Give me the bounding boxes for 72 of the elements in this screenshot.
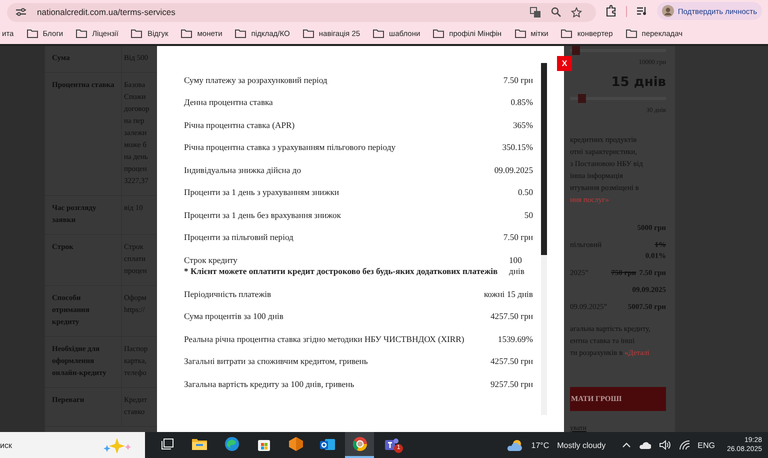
speaker-icon[interactable] [658, 440, 671, 450]
language-indicator[interactable]: ENG [698, 440, 715, 450]
row-label: Строк кредиту [184, 254, 238, 266]
folder-icon [131, 28, 142, 38]
temperature-text: 17°C [531, 440, 550, 450]
address-bar[interactable]: nationalcredit.com.ua/terms-services [7, 2, 596, 22]
row-value: 4257.50 грн [490, 311, 533, 322]
row-label: Проценти за пільговий період [184, 232, 294, 244]
row-value: 350.15% [502, 142, 533, 154]
row-label: Річна процентна ставка з урахуванням пільгового періоду [184, 142, 397, 154]
folder-icon [192, 438, 207, 450]
row-value: 0.50 [518, 187, 533, 198]
row-label: Річна процентна ставка (APR) [184, 120, 296, 131]
folder-icon [433, 28, 444, 38]
row-value: 7.50 грн [503, 74, 533, 86]
wifi-icon[interactable] [678, 440, 690, 450]
cloud-icon[interactable] [638, 441, 651, 449]
row-value: 50 [524, 210, 533, 221]
folder-icon [76, 28, 88, 38]
row-value: 365% [512, 120, 533, 131]
cloud-sun-icon [506, 438, 524, 452]
row-label: Денна процентна ставка [184, 97, 274, 108]
row-value: 100 днів [509, 254, 526, 278]
row-label: Періодичність платежів [184, 288, 272, 300]
row-label: Сума процентів за 100 днів [184, 311, 284, 322]
row-value: 1539.69% [498, 334, 533, 345]
caret-up-icon[interactable] [622, 442, 631, 448]
row-note: * Клієнт можете оплатити кредит достроково без будь-яких додаткових платежів [184, 266, 499, 278]
round-app-icon [352, 437, 366, 451]
row-label: Загальні витрати за споживчим кредитом, гривень [184, 356, 369, 368]
url-text: nationalcredit.com.ua/terms-services [37, 7, 176, 17]
folder-icon [626, 28, 637, 38]
folder-icon [181, 28, 192, 38]
folder-icon [302, 28, 314, 38]
folder-icon [373, 28, 384, 38]
puzzle-icon[interactable] [604, 5, 617, 17]
window-stack-icon [161, 438, 174, 450]
folder-icon [235, 28, 246, 38]
row-label: Індивідуальна знижка дійсна до [184, 164, 302, 176]
swirl-icon [224, 437, 238, 451]
shopping-bag-icon [256, 437, 270, 451]
scrollbar-track[interactable] [541, 63, 547, 415]
folder-icon [561, 28, 572, 38]
mail-icon [320, 438, 335, 450]
row-label: Проценти за 1 день з урахуванням знижки [184, 187, 340, 198]
star-icon[interactable] [570, 6, 582, 18]
slider-thumb[interactable] [578, 94, 586, 103]
row-value: 7.50 грн [503, 232, 533, 244]
row-value: кожні 15 днів [484, 288, 533, 300]
sparkle-icon [103, 437, 133, 453]
avatar-icon [662, 5, 674, 17]
row-value: 4257.50 грн [490, 356, 533, 368]
close-button[interactable]: X [557, 56, 572, 71]
row-value: 0.85% [510, 97, 533, 108]
weather-text: Mostly cloudy [557, 440, 606, 450]
magnifier-icon[interactable] [550, 7, 561, 17]
search-field[interactable]: иск [0, 432, 145, 458]
slider-thumb[interactable] [572, 46, 580, 55]
folder-icon [26, 28, 38, 38]
sliders-icon[interactable] [15, 7, 27, 17]
translate-icon[interactable] [530, 6, 541, 18]
row-value: 9257.50 грн [490, 378, 533, 390]
taskbar-app[interactable] [345, 432, 374, 458]
scrollbar-thumb[interactable] [541, 63, 547, 255]
media-icon[interactable] [636, 6, 648, 16]
row-label: Суму платежу за розрахунковий період [184, 74, 328, 86]
hexagon-icon [288, 437, 302, 451]
row-label: Проценти за 1 день без врахування знижок [184, 210, 342, 221]
row-label: Загальна вартість кредиту за 100 днів, гривень [184, 378, 356, 390]
row-value: 09.09.2025 [494, 164, 533, 176]
row-label: Реальна річна процентна ставка згідно методики НБУ ЧИСТВНДОХ (XIRR) [184, 334, 466, 345]
folder-icon [514, 28, 526, 38]
